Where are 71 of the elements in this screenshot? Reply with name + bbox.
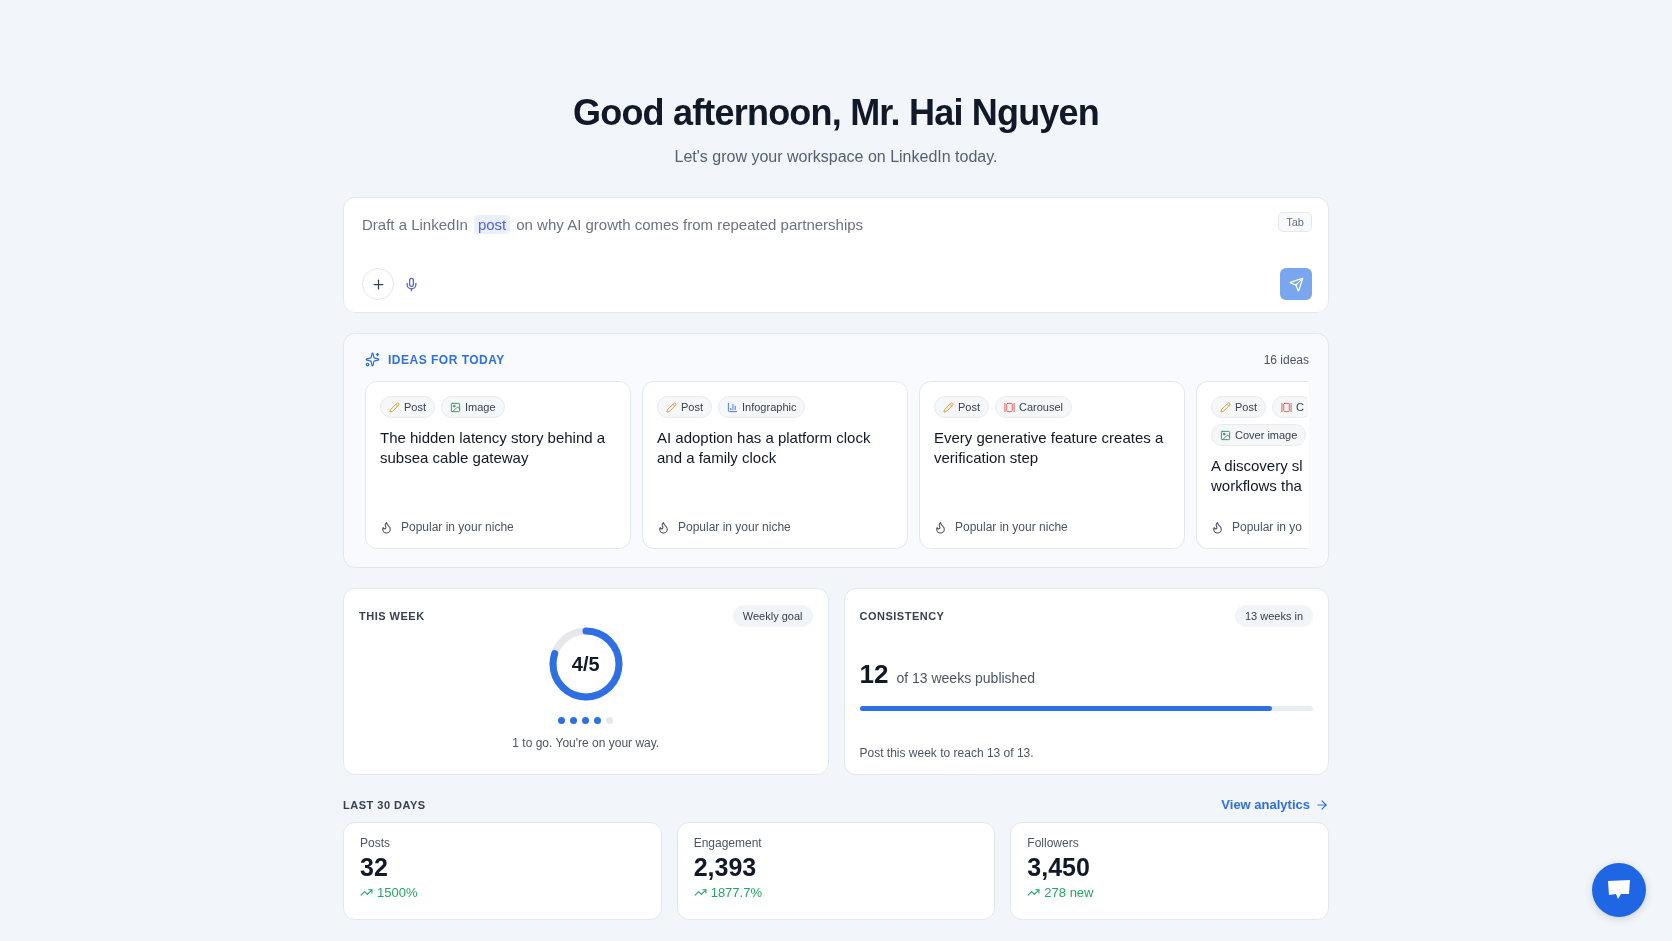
consistency-note: Post this week to reach 13 of 13. bbox=[859, 746, 1035, 760]
trend-up-icon bbox=[693, 886, 707, 899]
format-tag: Post bbox=[657, 396, 712, 418]
ideas-count: 16 ideas bbox=[1263, 352, 1309, 367]
metric-change: 1877.7% bbox=[710, 885, 762, 900]
tab-key-hint: Tab bbox=[1278, 212, 1312, 232]
microphone-glyph-icon bbox=[404, 276, 419, 292]
format-tag: Post bbox=[934, 396, 989, 418]
metric-label: Engagement bbox=[693, 836, 763, 850]
gallery-icon bbox=[1004, 401, 1015, 413]
metric-change: 1500% bbox=[377, 885, 418, 900]
idea-card[interactable]: Post Carousel Every generative feature creates a verification step Popular in your niche bbox=[919, 381, 1185, 549]
format-tag: Cover image bbox=[1211, 424, 1307, 446]
idea-title: AI adoption has a platform clock and a family clock bbox=[657, 428, 872, 468]
weeks-caption: of 13 weeks published bbox=[896, 670, 1035, 686]
metric-value: 32 bbox=[360, 853, 389, 882]
flame-icon bbox=[934, 520, 947, 534]
pencil-icon bbox=[943, 401, 954, 413]
idea-footer: Popular in your niche bbox=[401, 520, 514, 534]
image-icon bbox=[1220, 429, 1231, 441]
ideas-title: IDEAS FOR TODAY bbox=[388, 352, 505, 367]
idea-card[interactable]: Post C Cover image A discovery sl workflows tha Popular in yo bbox=[1196, 381, 1309, 549]
format-tag: Post bbox=[380, 396, 435, 418]
format-tag: Infographic bbox=[718, 396, 806, 418]
weeks-badge: 13 weeks in bbox=[1234, 605, 1313, 627]
metric-label: Posts bbox=[360, 836, 391, 850]
format-tag: C bbox=[1272, 396, 1308, 418]
pencil-icon bbox=[389, 401, 400, 413]
weekly-goal-badge: Weekly goal bbox=[732, 605, 813, 627]
ring-label: 4/5 bbox=[571, 654, 600, 674]
view-analytics-link[interactable]: View analytics bbox=[1221, 797, 1329, 812]
bar-chart-icon bbox=[727, 401, 738, 413]
microphone-button[interactable] bbox=[404, 276, 419, 292]
card-title: CONSISTENCY bbox=[859, 610, 945, 622]
format-tag: Post bbox=[1211, 396, 1266, 418]
greeting-title: Good afternoon, Mr. Hai Nguyen bbox=[572, 92, 1100, 134]
prompt-text: Draft a LinkedIn post on why AI growth comes from repeated partnerships bbox=[362, 214, 864, 233]
card-title: THIS WEEK bbox=[359, 610, 425, 622]
idea-card[interactable]: Post Image The hidden latency story behind a subsea cable gateway Popular in your niche bbox=[365, 381, 631, 549]
weeks-count: 12 bbox=[859, 659, 889, 690]
idea-title: Every generative feature creates a verification step bbox=[934, 428, 1165, 468]
idea-footer: Popular in yo bbox=[1232, 520, 1303, 534]
section-title: LAST 30 DAYS bbox=[343, 798, 426, 811]
metric-change: 278 new bbox=[1044, 885, 1094, 900]
week-note: 1 to go. You're on your way. bbox=[512, 736, 660, 750]
image-icon bbox=[450, 401, 461, 413]
plus-icon bbox=[370, 276, 386, 292]
flame-icon bbox=[380, 520, 393, 534]
idea-title: The hidden latency story behind a subsea cable gateway bbox=[380, 428, 607, 468]
metric-label: Followers bbox=[1027, 836, 1080, 850]
flame-icon bbox=[1211, 520, 1224, 534]
flame-icon bbox=[657, 520, 670, 534]
sparkles-icon bbox=[365, 352, 380, 367]
prompt-field[interactable]: Draft a LinkedIn post on why AI growth comes from repeated partnerships Tab bbox=[343, 197, 1329, 313]
post-chip: post bbox=[473, 215, 511, 234]
idea-card[interactable]: Post Infographic AI adoption has a platform clock and a family clock Popular in your niche bbox=[642, 381, 908, 549]
pencil-icon bbox=[666, 401, 677, 413]
trend-up-icon bbox=[1027, 886, 1041, 899]
format-tag: Image bbox=[441, 396, 505, 418]
metric-value: 2,393 bbox=[693, 853, 758, 882]
send-icon bbox=[1288, 276, 1304, 292]
greeting-subtitle: Let's grow your workspace on LinkedIn today. bbox=[674, 148, 998, 166]
pencil-icon bbox=[1220, 401, 1231, 413]
metric-value: 3,450 bbox=[1027, 853, 1091, 882]
chat-button[interactable] bbox=[1592, 863, 1646, 917]
format-tag: Carousel bbox=[995, 396, 1073, 418]
trend-up-icon bbox=[360, 886, 373, 899]
gallery-icon bbox=[1281, 401, 1292, 413]
idea-footer: Popular in your niche bbox=[678, 520, 791, 534]
idea-footer: Popular in your niche bbox=[955, 520, 1068, 534]
idea-title: A discovery sl workflows tha bbox=[1211, 456, 1304, 496]
